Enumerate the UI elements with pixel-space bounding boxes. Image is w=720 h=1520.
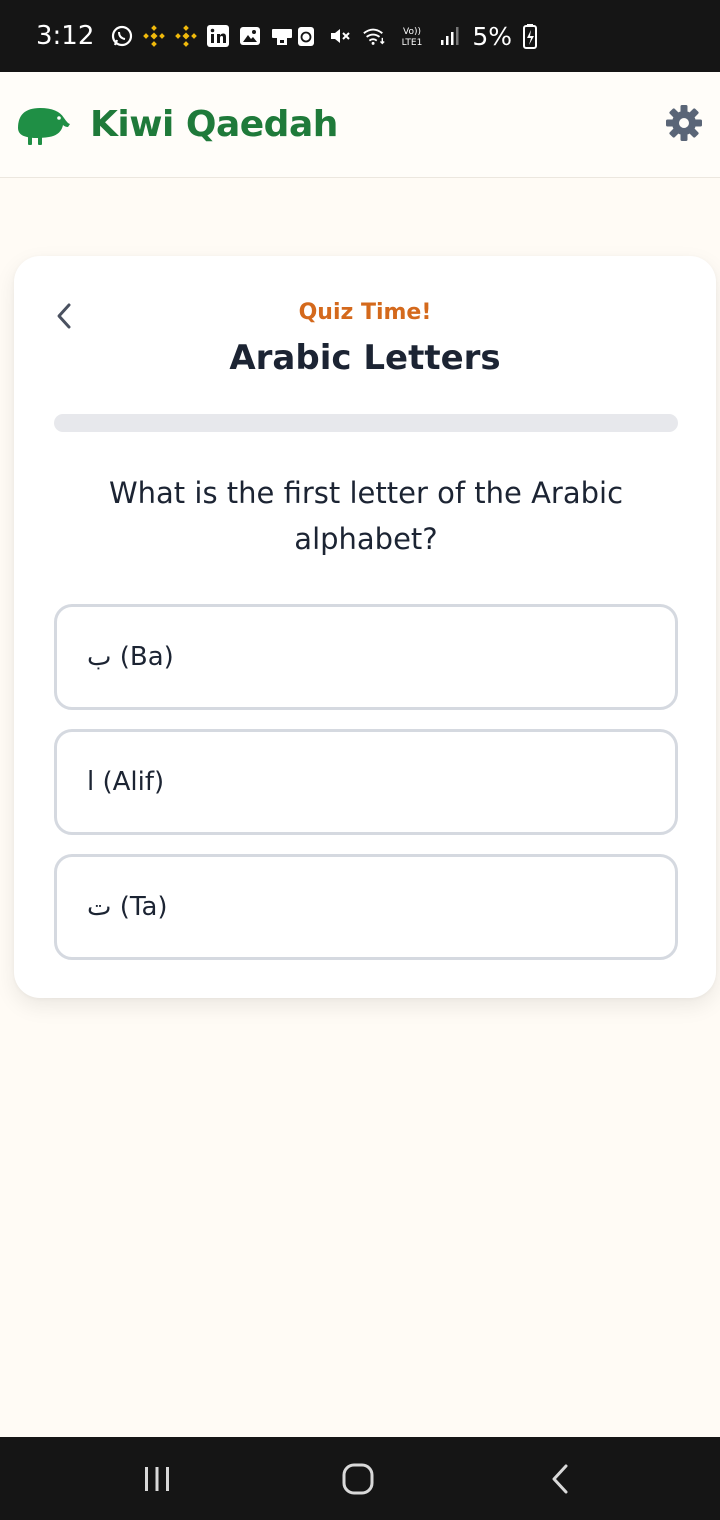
svg-text:Vo)): Vo)) (403, 27, 421, 37)
binance-icon (174, 24, 198, 48)
progress-bar (54, 414, 678, 432)
status-left: 3:12 (36, 21, 294, 51)
answer-option[interactable]: ت (Ta) (54, 854, 678, 960)
svg-text:LTE1: LTE1 (402, 38, 423, 48)
answer-option-label: ب (Ba) (87, 642, 174, 672)
back-icon (552, 1464, 568, 1494)
recycle-icon (294, 24, 318, 48)
linkedin-icon (206, 24, 230, 48)
answer-option-label: ت (Ta) (87, 892, 168, 922)
status-bar: 3:12 Vo)) LTE1 5% (0, 0, 720, 72)
kiwi-bird-logo (14, 102, 72, 148)
gear-icon (666, 105, 702, 141)
binance-icon (142, 24, 166, 48)
whatsapp-icon (110, 24, 134, 48)
quiz-card: Quiz Time! Arabic Letters What is the fi… (14, 256, 716, 998)
answer-option[interactable]: ا (Alif) (54, 729, 678, 835)
app-header: Kiwi Qaedah (0, 72, 720, 178)
answer-option[interactable]: ب (Ba) (54, 604, 678, 710)
gallery-icon (238, 24, 262, 48)
quiz-title: Arabic Letters (229, 338, 501, 378)
battery-icon (522, 24, 538, 49)
volte-icon: Vo)) LTE1 (396, 24, 428, 48)
home-button[interactable] (334, 1457, 382, 1501)
app-title: Kiwi Qaedah (90, 104, 338, 145)
home-icon (342, 1463, 374, 1495)
mute-icon (328, 24, 352, 48)
navigation-bar (0, 1437, 720, 1520)
nav-back-button[interactable] (536, 1457, 584, 1501)
status-right: Vo)) LTE1 5% (294, 22, 538, 51)
recents-button[interactable] (133, 1457, 181, 1501)
status-time: 3:12 (36, 21, 95, 51)
settings-button[interactable] (664, 103, 704, 143)
recents-icon (145, 1467, 169, 1491)
question-text: What is the first letter of the Arabic a… (108, 476, 624, 556)
answer-option-label: ا (Alif) (87, 767, 165, 797)
battery-percentage: 5% (472, 21, 513, 51)
signal-icon (438, 24, 462, 48)
sim-icon (270, 24, 294, 48)
quiz-label: Quiz Time! (298, 300, 432, 325)
wifi-icon (362, 24, 386, 48)
